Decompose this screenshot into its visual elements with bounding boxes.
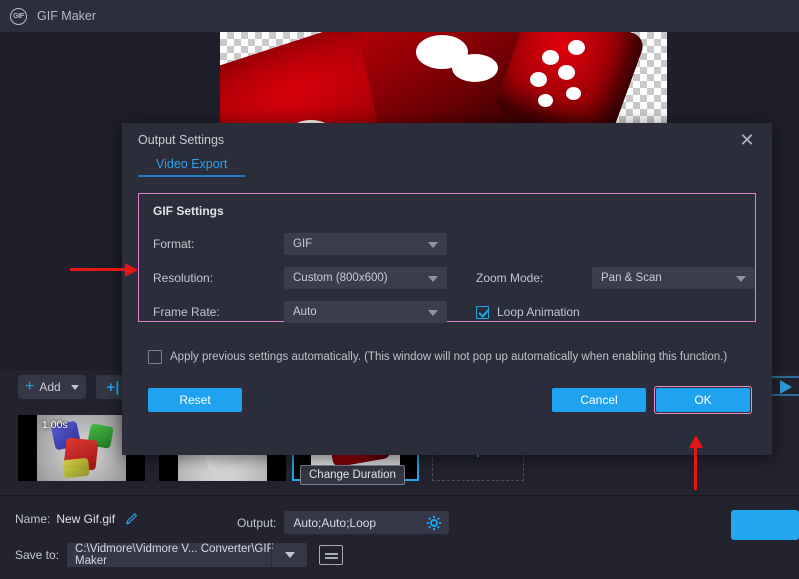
format-label: Format:	[153, 237, 284, 251]
dialog-header: Output Settings ✕	[122, 123, 772, 157]
save-to-row: Save to: C:\Vidmore\Vidmore V... Convert…	[15, 543, 343, 567]
insert-clip-icon: +|	[107, 379, 120, 396]
clip-duration-badge: 1.00s	[42, 419, 68, 431]
output-panel: Name: New Gif.gif Output: Auto;Auto;Loop	[0, 495, 799, 579]
checkbox-box	[476, 306, 489, 319]
tab-video-export-label: Video Export	[156, 157, 227, 171]
format-select[interactable]: GIF	[284, 233, 447, 255]
dialog-body: GIF Settings Format: GIF Resolution: Cus…	[122, 193, 772, 414]
format-value: GIF	[293, 238, 312, 250]
dice-pip	[566, 87, 581, 100]
add-button-label: Add	[39, 380, 60, 394]
close-icon[interactable]: ✕	[734, 127, 760, 153]
name-label: Name:	[15, 512, 50, 526]
tab-video-export[interactable]: Video Export	[138, 157, 245, 177]
chevron-down-icon	[428, 310, 438, 316]
resolution-select[interactable]: Custom (800x600)	[284, 267, 447, 289]
cancel-button-label: Cancel	[580, 393, 617, 407]
output-settings-dialog: Output Settings ✕ Video Export GIF Setti…	[122, 123, 772, 455]
checkbox-box	[148, 350, 162, 364]
change-duration-tooltip: Change Duration	[300, 465, 405, 485]
chevron-down-icon	[285, 552, 295, 558]
plus-icon: +	[25, 379, 34, 395]
gif-maker-window: GIF GIF Maker + Add +|	[0, 0, 799, 579]
dice-yellow	[62, 458, 90, 479]
chevron-down-icon	[428, 242, 438, 248]
zoom-mode-label: Zoom Mode:	[476, 271, 592, 285]
dialog-tabs: Video Export	[122, 157, 772, 183]
dialog-buttons: Reset Cancel OK	[138, 386, 756, 414]
save-to-path-field[interactable]: C:\Vidmore\Vidmore V... Converter\GIF Ma…	[67, 543, 307, 567]
dice-pip	[558, 65, 575, 80]
frame-rate-value: Auto	[293, 306, 317, 318]
reset-button-label: Reset	[179, 393, 210, 407]
app-title: GIF Maker	[37, 9, 96, 23]
arrow-pointing-to-resolution	[70, 268, 126, 271]
chevron-down-icon	[736, 276, 746, 282]
chevron-down-icon	[428, 276, 438, 282]
dialog-title: Output Settings	[138, 133, 224, 147]
name-value: New Gif.gif	[56, 512, 115, 526]
apply-previous-settings-checkbox[interactable]: Apply previous settings automatically. (…	[138, 350, 756, 364]
chevron-down-icon	[71, 385, 79, 390]
resolution-label: Resolution:	[153, 271, 284, 285]
save-to-dropdown-button[interactable]	[271, 543, 307, 567]
format-row: Format: GIF	[153, 227, 741, 261]
ok-button-highlight: OK	[654, 386, 752, 414]
arrow-pointing-to-ok	[694, 448, 697, 490]
frame-rate-label: Frame Rate:	[153, 305, 284, 319]
frame-rate-row: Frame Rate: Auto Loop Animation	[153, 295, 741, 329]
gear-icon[interactable]	[426, 515, 442, 531]
resolution-value: Custom (800x600)	[293, 272, 388, 284]
dice-pip	[452, 54, 498, 82]
dice-pip	[568, 40, 585, 55]
output-summary-field[interactable]: Auto;Auto;Loop	[284, 511, 449, 534]
play-bar-bottom	[771, 394, 799, 396]
pencil-icon[interactable]	[125, 512, 139, 526]
resolution-row: Resolution: Custom (800x600) Zoom Mode: …	[153, 261, 741, 295]
dice-pip	[530, 72, 547, 87]
gif-settings-title: GIF Settings	[153, 204, 741, 218]
title-bar: GIF GIF Maker	[0, 0, 799, 32]
output-row: Output: Auto;Auto;Loop	[237, 511, 449, 534]
output-summary-value: Auto;Auto;Loop	[293, 516, 376, 530]
dice-pip	[538, 94, 553, 107]
gif-settings-group: GIF Settings Format: GIF Resolution: Cus…	[138, 193, 756, 322]
gif-circle-icon: GIF	[10, 8, 27, 25]
name-row: Name: New Gif.gif	[15, 512, 139, 526]
output-label: Output:	[237, 516, 276, 530]
generate-gif-button[interactable]	[731, 510, 799, 540]
preview-play-button[interactable]	[771, 373, 799, 401]
zoom-mode-select[interactable]: Pan & Scan	[592, 267, 755, 289]
folder-icon[interactable]	[319, 545, 343, 565]
reset-button[interactable]: Reset	[148, 388, 242, 412]
play-bar-top	[771, 376, 799, 378]
zoom-mode-value: Pan & Scan	[601, 272, 662, 284]
add-button[interactable]: + Add	[18, 375, 86, 399]
save-to-label: Save to:	[15, 548, 59, 562]
play-icon	[780, 380, 792, 394]
dice-pip	[542, 50, 559, 65]
ok-button[interactable]: OK	[656, 388, 750, 412]
ok-button-label: OK	[694, 393, 711, 407]
frame-rate-select[interactable]: Auto	[284, 301, 447, 323]
loop-animation-label: Loop Animation	[497, 305, 580, 319]
cancel-button[interactable]: Cancel	[552, 388, 646, 412]
loop-animation-checkbox[interactable]: Loop Animation	[476, 305, 580, 319]
apply-previous-settings-label: Apply previous settings automatically. (…	[170, 351, 727, 363]
